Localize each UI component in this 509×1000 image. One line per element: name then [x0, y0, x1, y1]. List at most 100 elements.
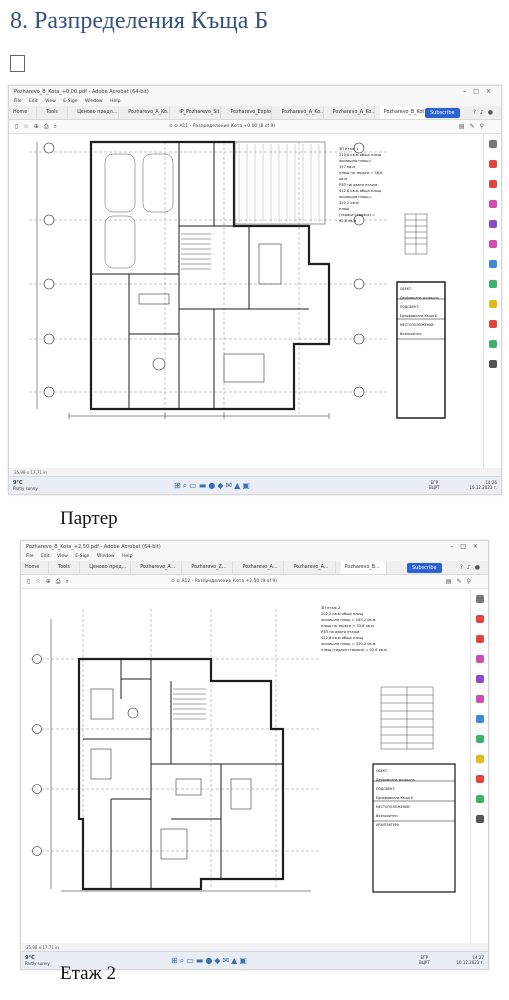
language-indicator[interactable]: БГР ВЦРТ	[429, 480, 440, 490]
search-icon[interactable]: ⌕	[54, 123, 62, 130]
comment-icon[interactable]	[476, 675, 484, 683]
print-icon[interactable]: ⎙	[44, 123, 54, 130]
upload-icon[interactable]: ⊕	[46, 578, 56, 585]
language-indicator[interactable]: БГР ВЦРТ	[419, 955, 430, 965]
fill-sign-icon[interactable]	[489, 240, 497, 248]
protect-icon[interactable]	[489, 320, 497, 328]
help-icon[interactable]: ?	[460, 564, 467, 571]
tab-doc[interactable]: Ценово предл...	[73, 106, 120, 119]
more-tools-icon[interactable]	[476, 815, 484, 823]
header-icons[interactable]: ?♪●	[473, 109, 497, 116]
star-icon[interactable]: ☆	[35, 578, 45, 585]
taskbar-apps[interactable]: ⊞⌕▭▬●◆✉▲▣	[171, 956, 249, 966]
help-icon[interactable]: ?	[473, 109, 480, 116]
share-icon[interactable]: ⚲	[480, 123, 489, 130]
word-icon[interactable]: ▣	[239, 956, 249, 965]
menu-esign[interactable]: E-Sign	[75, 554, 89, 559]
toolbar-right[interactable]: ▤✎⚲	[446, 578, 476, 585]
protect-icon[interactable]	[476, 775, 484, 783]
comment-icon[interactable]: ▤	[446, 578, 457, 585]
page-up-icon[interactable]: ⊙	[171, 579, 175, 584]
combine-icon[interactable]	[489, 260, 497, 268]
tab-doc[interactable]: Pozharevo_A...	[136, 561, 183, 574]
page-label[interactable]: A11 - Разпределение Кота +0.00	[179, 124, 257, 129]
toolbar-left[interactable]: ▯☆⊕⎙⌕	[15, 123, 62, 131]
tab-doc[interactable]: IP_Pozharevo_Sit...	[175, 106, 222, 119]
menu-edit[interactable]: Edit	[41, 554, 50, 559]
tab-home[interactable]: Home	[21, 561, 49, 574]
edit-pdf-icon[interactable]	[489, 200, 497, 208]
menu-help[interactable]: Help	[122, 554, 132, 559]
tab-tools[interactable]: Tools	[54, 561, 81, 574]
header-icons[interactable]: ?♪●	[460, 564, 484, 571]
taskbar-apps[interactable]: ⊞⌕▭▬●◆✉▲▣	[174, 481, 252, 491]
mail-icon[interactable]: ✉	[222, 956, 231, 965]
zoom-icon[interactable]	[489, 140, 497, 148]
toolbar-right[interactable]: ▤✎⚲	[459, 123, 489, 130]
scan-icon[interactable]	[476, 755, 484, 763]
pen-icon[interactable]: ✎	[457, 578, 467, 585]
print-icon[interactable]: ⎙	[56, 578, 66, 585]
page-label[interactable]: A12 - Разпределение Кота +2.50	[181, 579, 259, 584]
tab-doc[interactable]: Pozharevo_A...	[238, 561, 285, 574]
menu-file[interactable]: File	[14, 99, 22, 104]
export-pdf-icon[interactable]	[489, 160, 497, 168]
accessibility-icon[interactable]	[489, 340, 497, 348]
window-controls[interactable]: –□×	[450, 543, 485, 550]
explorer-icon[interactable]: ▬	[196, 956, 206, 965]
word-icon[interactable]: ▣	[242, 481, 252, 490]
menu-esign[interactable]: E-Sign	[63, 99, 77, 104]
mail-icon[interactable]: ✉	[225, 481, 234, 490]
tab-doc[interactable]: Pozharevo_A_Ko...	[278, 106, 324, 119]
weather-widget[interactable]: 9°C Partly sunny	[25, 955, 50, 967]
more-tools-icon[interactable]	[489, 360, 497, 368]
user-icon[interactable]: ●	[475, 564, 484, 571]
system-clock[interactable]: 14:27 10.12.2023 г.	[456, 955, 484, 965]
bell-icon[interactable]: ♪	[480, 109, 488, 116]
subscribe-button[interactable]: Subscribe	[407, 563, 442, 573]
menu-file[interactable]: File	[26, 554, 34, 559]
tab-home[interactable]: Home	[9, 106, 37, 119]
menu-window[interactable]: Window	[97, 554, 115, 559]
windows-start-icon[interactable]: ⊞	[171, 956, 180, 965]
subscribe-button[interactable]: Subscribe	[425, 108, 460, 118]
organize-icon[interactable]	[489, 280, 497, 288]
checkbox[interactable]	[10, 55, 25, 72]
search-icon[interactable]: ⌕	[66, 578, 74, 585]
files-icon[interactable]: ▭	[186, 956, 196, 965]
pen-icon[interactable]: ✎	[470, 123, 480, 130]
menu-view[interactable]: View	[57, 554, 68, 559]
tab-doc[interactable]: Pozharevo_Z...	[187, 561, 234, 574]
page-down-icon[interactable]: ⊙	[176, 579, 180, 584]
tab-doc[interactable]: Pozharevo_A_Ko...	[329, 106, 375, 119]
windows-start-icon[interactable]: ⊞	[174, 481, 183, 490]
star-icon[interactable]: ☆	[23, 123, 33, 130]
document-canvas[interactable]: ЗП етаж 1 210,6 кв.м обща площ жилищна пло…	[9, 134, 483, 468]
tab-doc[interactable]: Pozharevo_A_Ko...	[124, 106, 171, 119]
page-up-icon[interactable]: ⊙	[169, 124, 173, 129]
weather-widget[interactable]: 9°C Partly sunny	[13, 480, 38, 492]
edit-pdf-icon[interactable]	[476, 655, 484, 663]
system-clock[interactable]: 14:26 10.12.2023 г.	[469, 480, 497, 490]
create-pdf-icon[interactable]	[489, 180, 497, 188]
page-down-icon[interactable]: ⊙	[174, 124, 178, 129]
comment-icon[interactable]: ▤	[459, 123, 470, 130]
fill-sign-icon[interactable]	[476, 695, 484, 703]
tab-tools[interactable]: Tools	[42, 106, 69, 119]
tab-doc-active[interactable]: Pozharevo_B...	[340, 561, 387, 574]
toolbar-left[interactable]: ▯☆⊕⎙⌕	[27, 578, 74, 586]
tab-doc-active[interactable]: Pozharevo_B_Kot...	[379, 106, 428, 119]
menu-view[interactable]: View	[45, 99, 56, 104]
upload-icon[interactable]: ⊕	[34, 123, 44, 130]
document-canvas[interactable]: ЗП етаж 2 202,2 кв.м обща площ жилищна пло…	[21, 589, 470, 943]
menu-window[interactable]: Window	[85, 99, 103, 104]
tab-doc[interactable]: Ценово пред...	[85, 561, 132, 574]
combine-icon[interactable]	[476, 715, 484, 723]
scan-icon[interactable]	[489, 300, 497, 308]
files-icon[interactable]: ▭	[189, 481, 199, 490]
explorer-icon[interactable]: ▬	[199, 481, 209, 490]
create-pdf-icon[interactable]	[476, 635, 484, 643]
chrome-icon[interactable]: ●	[208, 481, 217, 490]
export-pdf-icon[interactable]	[476, 615, 484, 623]
menu-help[interactable]: Help	[110, 99, 120, 104]
